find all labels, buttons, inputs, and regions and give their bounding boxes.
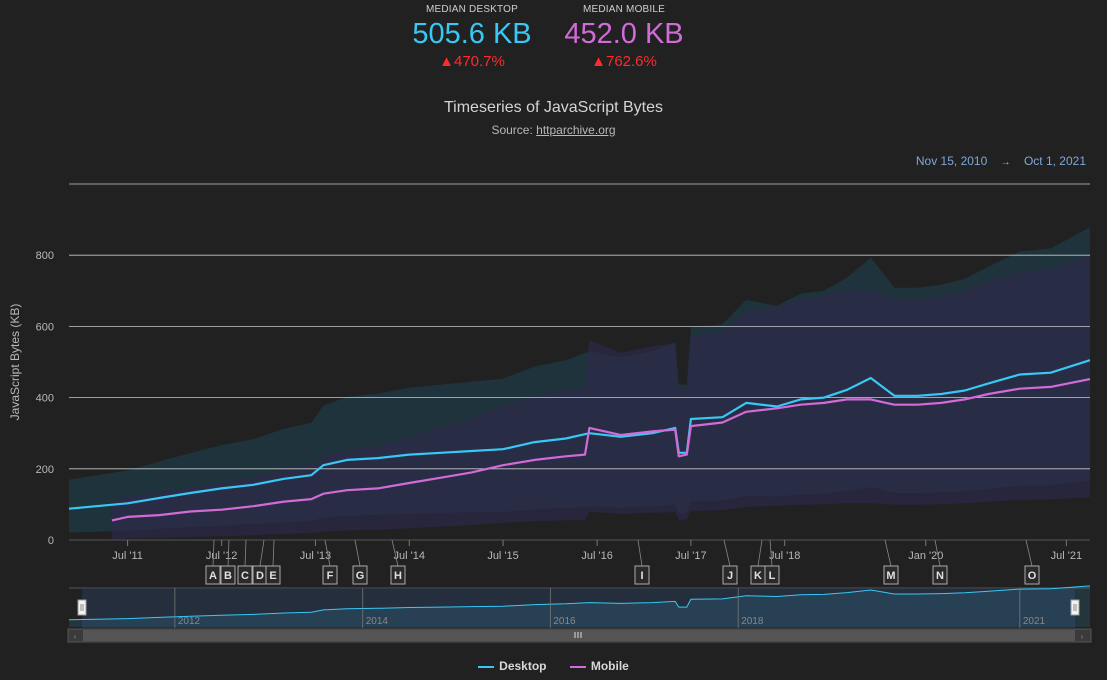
annotation-label-e: E [269, 570, 276, 582]
navigator[interactable]: 2012 2014 2016 2018 2021 ‹ › [67, 585, 1092, 643]
navigator-year-label: 2014 [366, 616, 389, 627]
x-tick-label: Jul '13 [300, 550, 331, 562]
y-tick-label: 400 [36, 393, 54, 405]
annotation-connector [723, 539, 731, 567]
annotation-connector [884, 539, 892, 567]
scroll-right-icon[interactable]: › [1081, 632, 1084, 641]
annotation-label-n: N [936, 570, 944, 582]
legend-mobile[interactable]: Mobile [569, 659, 629, 673]
x-tick-label: Jul '11 [112, 550, 143, 562]
x-axis: Jul '11 Jul '12 Jul '13 Jul '14 Jul '15 Jul '… [112, 540, 1082, 562]
y-tick-label: 600 [36, 321, 54, 333]
navigator-year-label: 2021 [1023, 616, 1046, 627]
annotation-connector [757, 539, 763, 567]
annotation-connector [259, 539, 265, 567]
x-tick-label: Jul '14 [394, 550, 425, 562]
y-tick-label: 0 [48, 535, 54, 547]
legend-mobile-swatch [569, 665, 586, 668]
x-tick-label: Jul '12 [206, 550, 237, 562]
legend-desktop[interactable]: Desktop [478, 659, 547, 673]
y-axis: 0 200 400 600 800 [36, 250, 54, 547]
annotation-connector [244, 539, 247, 567]
event-annotations: ABCDE F G H I J KL M N O [205, 539, 1040, 585]
legend-desktop-swatch [478, 665, 495, 668]
annotation-label-h: H [394, 570, 402, 582]
x-tick-label: Jul '21 [1051, 550, 1082, 562]
annotation-label-f: F [327, 570, 334, 582]
y-axis-label: JavaScript Bytes (KB) [8, 304, 22, 421]
annotation-label-d: D [256, 570, 264, 582]
annotation-label-l: L [769, 570, 776, 582]
annotation-label-m: M [886, 570, 895, 582]
annotation-connector [637, 539, 643, 567]
annotation-label-g: G [356, 570, 365, 582]
x-tick-label: Jul '15 [487, 550, 518, 562]
navigator-handle[interactable] [77, 599, 87, 616]
scroll-left-icon[interactable]: ‹ [74, 632, 77, 641]
y-tick-label: 200 [36, 464, 54, 476]
legend-desktop-label: Desktop [499, 659, 547, 673]
annotation-connector [272, 539, 275, 567]
legend: Desktop Mobile [0, 659, 1107, 673]
legend-mobile-label: Mobile [590, 659, 629, 673]
annotation-connector [212, 539, 215, 567]
annotation-connector [354, 539, 361, 567]
x-tick-label: Jul '17 [675, 550, 706, 562]
annotation-connector [1025, 539, 1033, 567]
annotation-label-j: J [727, 570, 733, 582]
scrollbar-thumb[interactable] [83, 630, 1075, 641]
navigator-year-label: 2016 [553, 616, 576, 627]
annotation-label-b: B [224, 570, 232, 582]
navigator-year-label: 2012 [178, 616, 201, 627]
navigator-handle[interactable] [1070, 599, 1080, 616]
annotation-label-o: O [1028, 570, 1037, 582]
annotation-label-c: C [241, 570, 249, 582]
y-tick-label: 800 [36, 250, 54, 262]
annotation-label-i: I [640, 570, 643, 582]
mobile-band [111, 254, 1090, 540]
annotation-label-k: K [754, 570, 762, 582]
navigator-year-label: 2018 [741, 616, 764, 627]
percentile-bands [69, 227, 1090, 540]
chart-canvas: 0 200 400 600 800 JavaScript Bytes (KB) Jul … [8, 183, 1092, 643]
x-tick-label: Jul '18 [769, 550, 800, 562]
x-tick-label: Jul '16 [581, 550, 612, 562]
annotation-label-a: A [209, 570, 217, 582]
annotation-connector [227, 539, 230, 567]
